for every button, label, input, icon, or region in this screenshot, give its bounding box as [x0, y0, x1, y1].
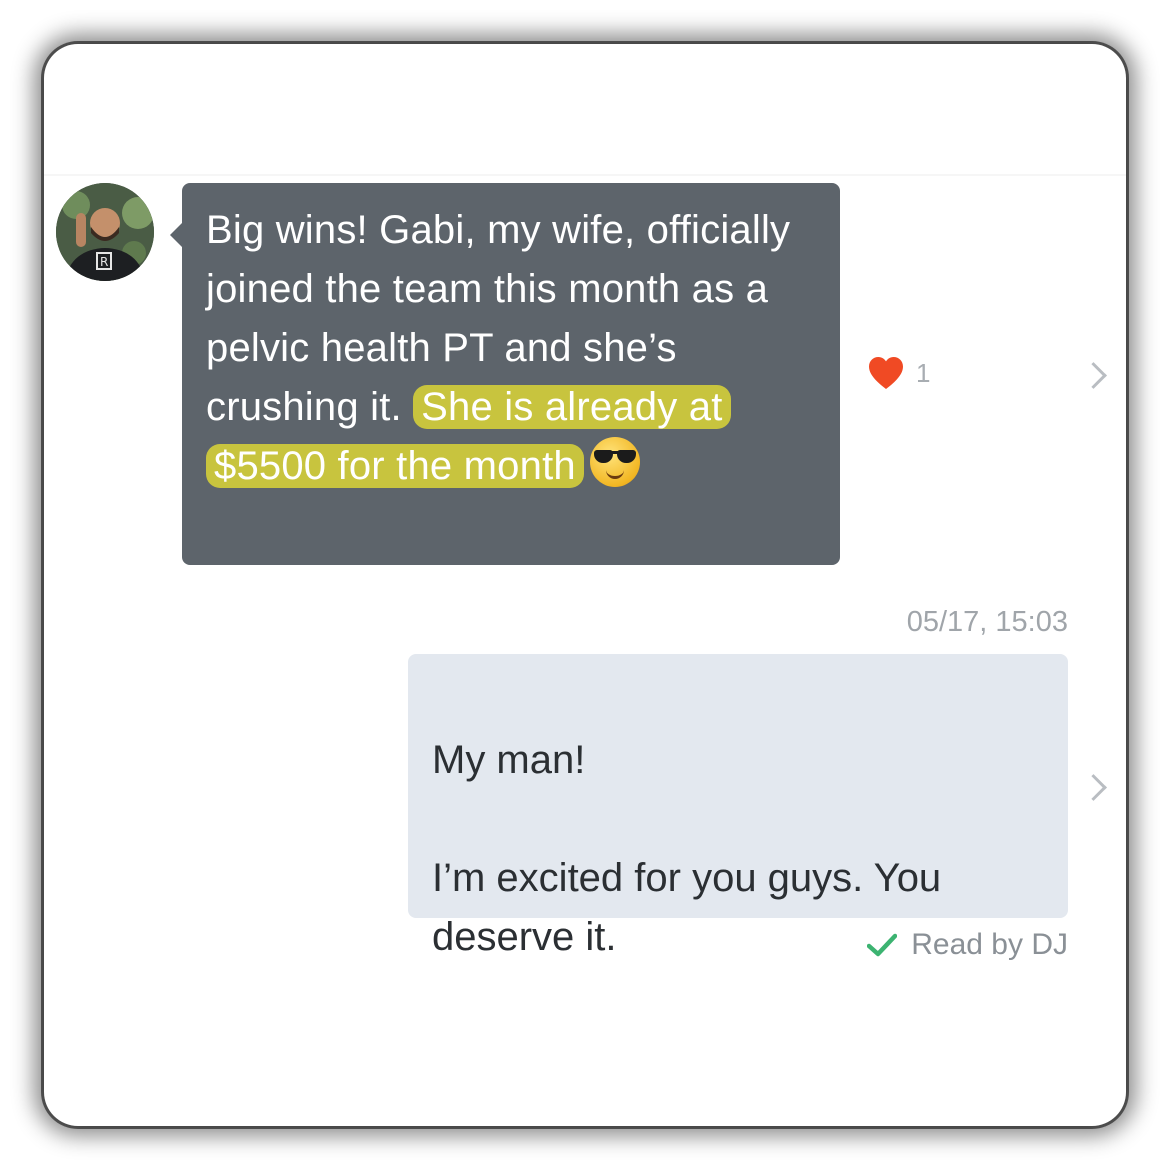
- incoming-message-bubble[interactable]: Big wins! Gabi, my wife, officially join…: [170, 183, 840, 565]
- reaction[interactable]: 1: [868, 356, 930, 390]
- chat-window: R Big wins! Gabi, my wife, officially jo…: [44, 44, 1126, 1126]
- outgoing-message-text: My man! I’m excited for you guys. You de…: [432, 738, 942, 959]
- read-receipt-label: Read by DJ: [911, 928, 1068, 961]
- read-receipt: Read by DJ: [867, 928, 1068, 962]
- avatar-photo: R: [56, 183, 154, 281]
- divider: [44, 174, 1126, 176]
- check-icon: [867, 933, 898, 957]
- outgoing-message-bubble[interactable]: My man! I’m excited for you guys. You de…: [408, 654, 1068, 959]
- chevron-right-icon[interactable]: [1080, 774, 1107, 801]
- chevron-right-icon[interactable]: [1080, 362, 1107, 389]
- avatar[interactable]: R: [56, 183, 154, 281]
- message-timestamp: 05/17, 15:03: [906, 606, 1068, 638]
- reaction-count: 1: [916, 357, 931, 388]
- heart-icon: [869, 357, 903, 389]
- sunglasses-emoji-icon: [589, 437, 640, 487]
- svg-text:R: R: [100, 255, 108, 269]
